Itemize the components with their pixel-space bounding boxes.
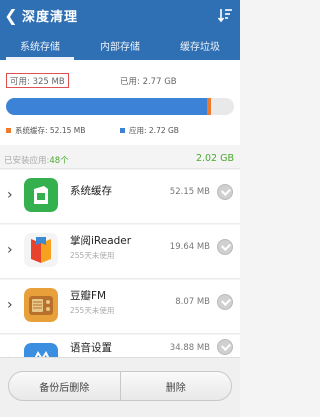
- legend-apps: 应用: 2.72 GB: [120, 125, 179, 136]
- system-cache-icon: [24, 178, 58, 212]
- list-item[interactable]: › 掌阅iReader 255天未使用 19.64 MB: [0, 225, 240, 279]
- delete-button[interactable]: 删除: [119, 372, 232, 400]
- bottom-action-bar: 备份后删除 删除: [0, 357, 240, 417]
- tab-system-storage[interactable]: 系统存储: [0, 30, 80, 60]
- checkbox[interactable]: [217, 184, 233, 200]
- checkbox[interactable]: [217, 339, 233, 355]
- backup-delete-button[interactable]: 备份后删除: [9, 372, 120, 400]
- page-title: 深度清理: [22, 9, 79, 25]
- installed-apps-header: 已安装应用:48个 2.02 GB: [0, 149, 240, 169]
- available-space: 可用: 325 MB: [6, 73, 69, 88]
- installed-label: 已安装应用:48个: [4, 156, 69, 166]
- legend-square-icon: [6, 128, 11, 133]
- legend-square-icon: [120, 128, 125, 133]
- legend-system-cache: 系统缓存: 52.15 MB: [6, 125, 85, 136]
- app-size: 34.88 MB: [169, 343, 210, 353]
- app-name: 语音设置: [70, 342, 112, 354]
- app-size: 8.07 MB: [175, 297, 210, 307]
- ireader-icon: [24, 233, 58, 267]
- storage-bar-apps: [6, 98, 207, 115]
- storage-bar: [6, 98, 234, 115]
- checkbox[interactable]: [217, 294, 233, 310]
- used-space: 已用: 2.77 GB: [120, 77, 177, 87]
- app-last-used: 255天未使用: [70, 306, 115, 315]
- storage-bar-system: [206, 98, 212, 115]
- app-size: 52.15 MB: [169, 187, 210, 197]
- storage-summary: 可用: 325 MB 已用: 2.77 GB 系统缓存: 52.15 MB 应用…: [0, 60, 240, 145]
- installed-count: 48个: [49, 156, 69, 166]
- sort-icon: [217, 9, 232, 23]
- installed-total: 2.02 GB: [195, 153, 234, 164]
- chevron-left-icon: ❮: [4, 5, 18, 25]
- title-bar: ❮ 深度清理: [0, 0, 240, 30]
- chevron-right-icon[interactable]: ›: [7, 187, 13, 203]
- voice-settings-icon: [24, 343, 58, 357]
- tab-cache-junk[interactable]: 缓存垃圾: [160, 30, 240, 60]
- app-name: 豆瓣FM: [70, 290, 107, 302]
- app-last-used: 255天未使用: [70, 251, 115, 260]
- tab-bar: 系统存储 内部存储 缓存垃圾: [0, 30, 240, 60]
- app-name: 系统缓存: [70, 185, 112, 197]
- legend-apps-label: 应用: 2.72 GB: [129, 126, 179, 135]
- douban-fm-icon: [24, 288, 58, 322]
- sort-button[interactable]: [216, 6, 234, 24]
- list-item[interactable]: › 系统缓存 52.15 MB: [0, 170, 240, 224]
- tab-internal-storage[interactable]: 内部存储: [80, 30, 160, 60]
- list-item[interactable]: › 语音设置 34.88 MB: [0, 335, 240, 357]
- chevron-right-icon[interactable]: ›: [7, 242, 13, 258]
- app-size: 19.64 MB: [169, 242, 210, 252]
- app-list[interactable]: › 系统缓存 52.15 MB › 掌阅iReader 255天未使用 19.6…: [0, 170, 240, 357]
- legend-system-label: 系统缓存: 52.15 MB: [15, 126, 86, 135]
- chevron-right-icon[interactable]: ›: [7, 297, 13, 313]
- list-item[interactable]: › 豆瓣FM 255天未使用 8.07 MB: [0, 280, 240, 334]
- action-button-group: 备份后删除 删除: [8, 371, 232, 401]
- checkbox[interactable]: [217, 239, 233, 255]
- back-button[interactable]: ❮: [0, 0, 22, 30]
- app-name: 掌阅iReader: [70, 235, 132, 247]
